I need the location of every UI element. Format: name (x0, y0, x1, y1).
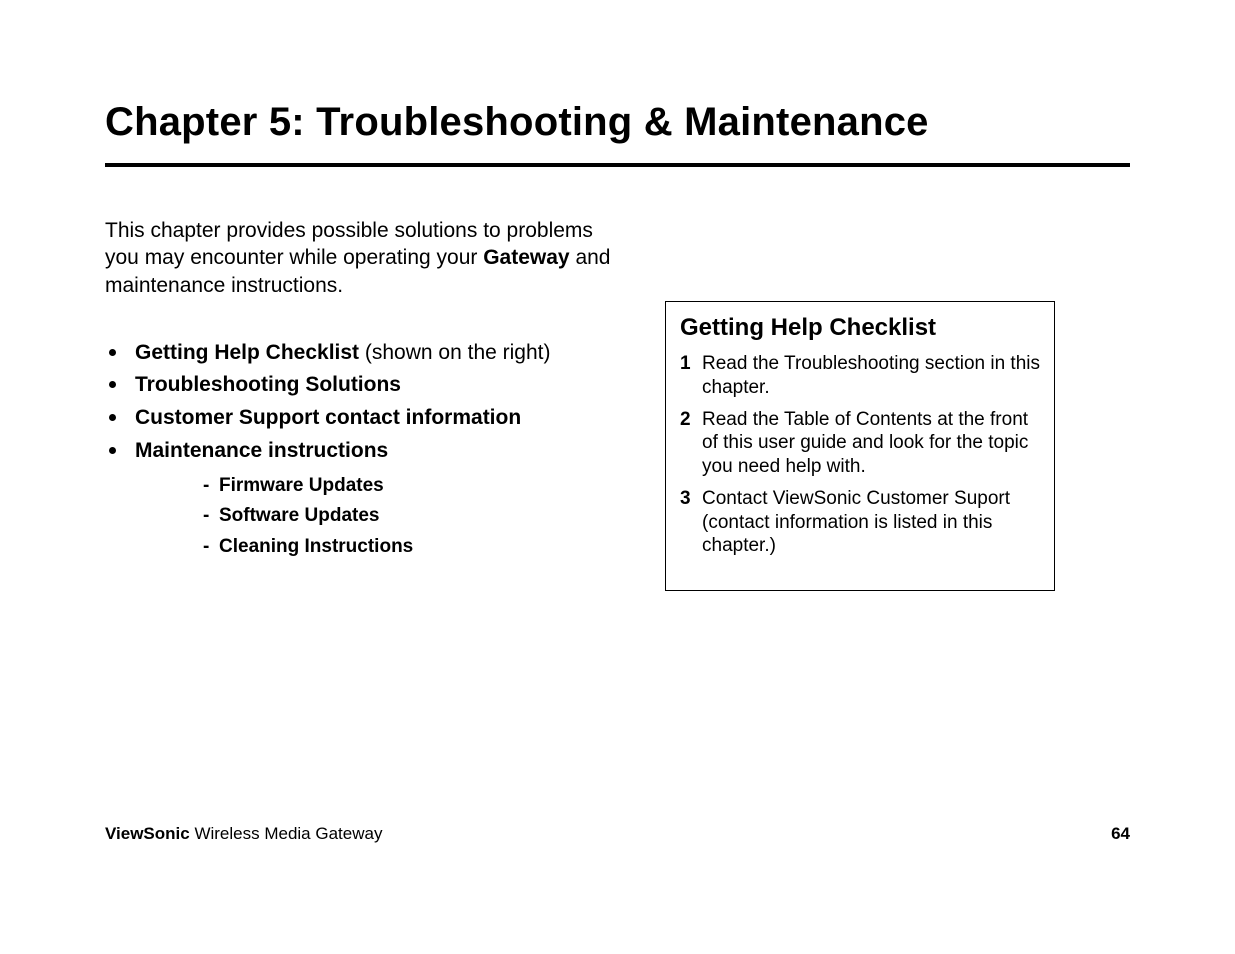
chapter-title: Chapter 5: Troubleshooting & Maintenance (105, 100, 1130, 163)
sidebar-list: Read the Troubleshooting section in this… (680, 352, 1040, 558)
topic-list: Getting Help Checklist (shown on the rig… (105, 337, 625, 562)
sidebar-item: Contact ViewSonic Customer Suport (conta… (680, 487, 1040, 558)
topic-item: Troubleshooting Solutions (135, 369, 625, 402)
topic-item: Maintenance instructions Firmware Update… (135, 435, 625, 563)
topic-label: Customer Support contact information (135, 406, 521, 429)
sidebar-item: Read the Troubleshooting section in this… (680, 352, 1040, 400)
topic-label-bold: Getting Help Checklist (135, 341, 359, 364)
sub-topic-item: Firmware Updates (203, 471, 625, 501)
sub-topic-label: Software Updates (219, 505, 379, 526)
sub-topic-label: Cleaning Instructions (219, 536, 413, 557)
sub-topic-list: Firmware Updates Software Updates Cleani… (135, 471, 625, 562)
footer-product: Wireless Media Gateway (190, 824, 383, 843)
sub-topic-label: Firmware Updates (219, 475, 384, 496)
footer-brand: ViewSonic (105, 824, 190, 843)
intro-paragraph: This chapter provides possible solutions… (105, 217, 625, 299)
content-row: This chapter provides possible solutions… (105, 217, 1130, 591)
title-rule (105, 163, 1130, 167)
main-column: This chapter provides possible solutions… (105, 217, 665, 562)
topic-label-rest: (shown on the right) (359, 341, 550, 364)
topic-item: Getting Help Checklist (shown on the rig… (135, 337, 625, 370)
sidebar-box: Getting Help Checklist Read the Troubles… (665, 301, 1055, 591)
sidebar-title: Getting Help Checklist (680, 314, 1040, 342)
sub-topic-item: Software Updates (203, 501, 625, 531)
page-number: 64 (1111, 824, 1130, 844)
document-page: Chapter 5: Troubleshooting & Maintenance… (0, 0, 1235, 954)
sidebar-item: Read the Table of Contents at the front … (680, 408, 1040, 479)
page-footer: ViewSonic Wireless Media Gateway 64 (105, 824, 1130, 844)
sub-topic-item: Cleaning Instructions (203, 532, 625, 562)
topic-label: Troubleshooting Solutions (135, 373, 401, 396)
intro-bold-word: Gateway (483, 246, 569, 269)
footer-left: ViewSonic Wireless Media Gateway (105, 824, 382, 844)
topic-label: Maintenance instructions (135, 439, 388, 462)
topic-item: Customer Support contact information (135, 402, 625, 435)
